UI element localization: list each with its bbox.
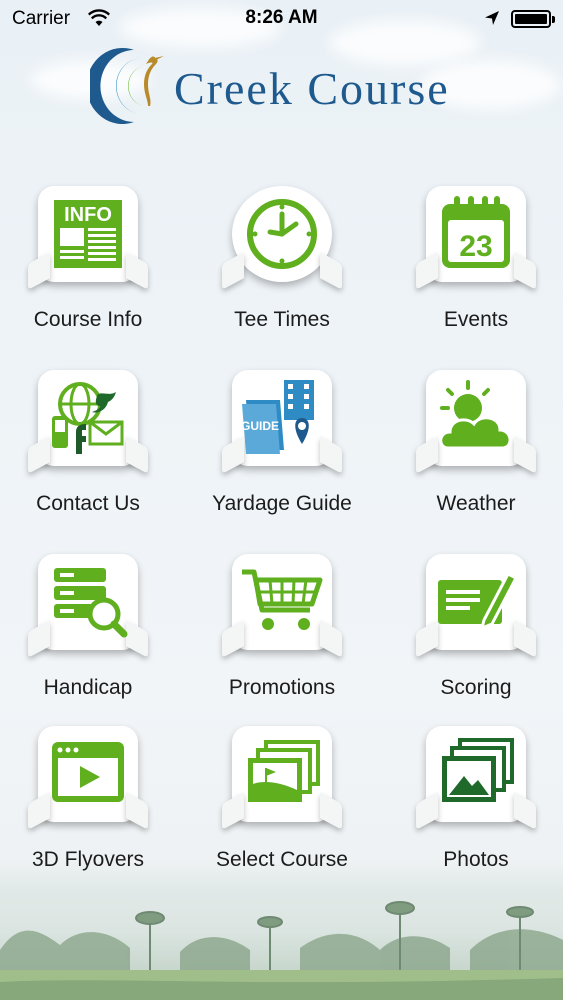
course-photos-icon xyxy=(248,740,320,802)
svg-text:GUIDE: GUIDE xyxy=(241,419,279,433)
database-search-icon xyxy=(54,568,128,638)
svg-text:INFO: INFO xyxy=(64,204,112,226)
menu-item-label: Course Info xyxy=(33,308,143,331)
menu-item-label: Select Course xyxy=(216,848,348,871)
menu-item-weather[interactable]: Weather xyxy=(382,354,563,532)
menu-item-label: Handicap xyxy=(43,676,133,699)
menu-item-handicap[interactable]: Handicap xyxy=(0,538,182,716)
contact-social-icon xyxy=(52,382,124,454)
battery-icon xyxy=(511,10,555,28)
menu-item-label: Events xyxy=(443,308,509,331)
menu-item-photos[interactable]: Photos xyxy=(382,710,563,888)
menu-item-label: Tee Times xyxy=(234,308,330,331)
golf-course-landscape xyxy=(0,890,563,1000)
video-play-icon xyxy=(52,742,124,802)
menu-item-select-course[interactable]: Select Course xyxy=(188,710,376,888)
calendar-icon: 23 xyxy=(442,196,510,268)
menu-item-events[interactable]: 23 Events xyxy=(382,170,563,348)
app-title: Creek Course xyxy=(174,63,450,114)
menu-item-label: Contact Us xyxy=(36,492,140,515)
status-bar: Carrier 8:26 AM xyxy=(0,0,563,38)
weather-cloud-sun-icon xyxy=(439,380,512,450)
scorecard-pen-icon xyxy=(438,571,518,631)
menu-item-label: Photos xyxy=(443,848,509,871)
clock-icon xyxy=(247,199,317,269)
menu-item-label: Scoring xyxy=(440,676,512,699)
location-arrow-icon xyxy=(484,10,500,31)
menu-item-label: 3D Flyovers xyxy=(31,848,145,871)
menu-item-contact-us[interactable]: Contact Us xyxy=(0,354,182,532)
menu-item-tee-times[interactable]: Tee Times xyxy=(188,170,376,348)
menu-item-label: Promotions xyxy=(228,676,336,699)
clock-time: 8:26 AM xyxy=(245,7,318,28)
menu-item-promotions[interactable]: Promotions xyxy=(188,538,376,716)
heron-logo-icon xyxy=(86,44,170,131)
svg-text:23: 23 xyxy=(459,230,492,263)
photo-stack-icon xyxy=(442,738,514,802)
menu-item-label: Yardage Guide xyxy=(212,492,352,515)
menu-item-3d-flyovers[interactable]: 3D Flyovers xyxy=(0,710,182,888)
info-newspaper-icon: INFO xyxy=(54,200,122,268)
menu-item-scoring[interactable]: Scoring xyxy=(382,538,563,716)
menu-item-yardage-guide[interactable]: GUIDE Yardage Guide xyxy=(188,354,376,532)
menu-item-label: Weather xyxy=(436,492,516,515)
shopping-cart-icon xyxy=(242,569,323,630)
app-logo: Creek Course xyxy=(86,44,490,126)
menu-item-course-info[interactable]: INFO Course Info xyxy=(0,170,182,348)
guide-map-icon: GUIDE xyxy=(241,380,314,454)
